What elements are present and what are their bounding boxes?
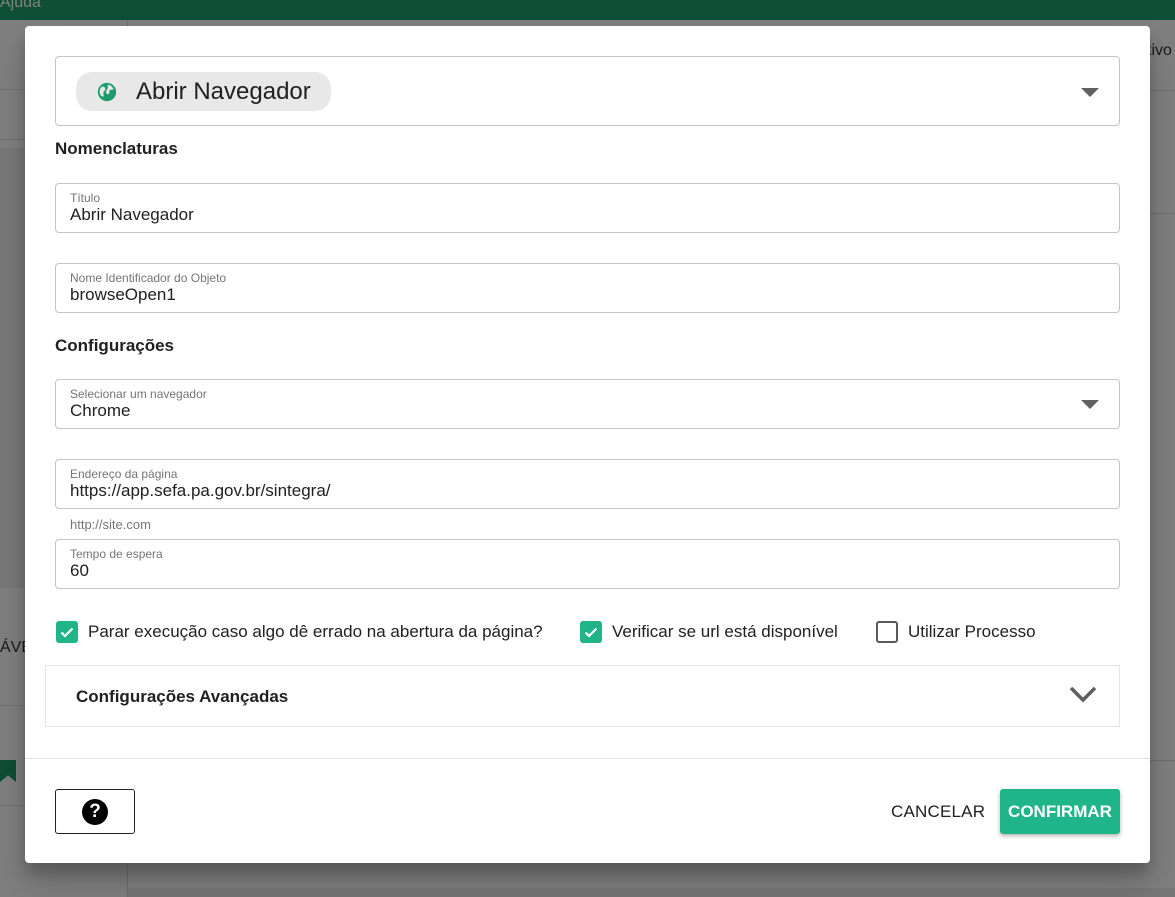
tempo-espera-label: Tempo de espera (70, 547, 163, 561)
confirm-button[interactable]: CONFIRMAR (1000, 789, 1120, 834)
cancel-button[interactable]: CANCELAR (881, 796, 995, 828)
endereco-value[interactable]: https://app.sefa.pa.gov.br/sintegra/ (70, 481, 331, 501)
checkbox-parar-execucao[interactable]: Parar execução caso algo dê errado na ab… (56, 620, 543, 644)
checkbox-checked-icon[interactable] (580, 621, 602, 643)
action-config-dialog: Abrir Navegador Nomenclaturas Título Abr… (25, 26, 1150, 863)
advanced-settings-accordion[interactable]: Configurações Avançadas (45, 665, 1120, 727)
footer-divider (25, 758, 1150, 759)
checkbox-utilizar-processo[interactable]: Utilizar Processo (876, 620, 1036, 644)
nome-identificador-label: Nome Identificador do Objeto (70, 271, 227, 285)
globe-icon (97, 82, 117, 102)
tempo-espera-value[interactable]: 60 (70, 561, 89, 581)
navegador-label: Selecionar um navegador (70, 387, 207, 401)
titulo-field[interactable]: Título Abrir Navegador (55, 183, 1120, 233)
tempo-espera-field[interactable]: Tempo de espera 60 (55, 539, 1120, 589)
checkbox-unchecked-icon[interactable] (876, 621, 898, 643)
checkbox-checked-icon[interactable] (56, 621, 78, 643)
navegador-select[interactable]: Selecionar um navegador Chrome (55, 379, 1120, 429)
advanced-settings-title[interactable]: Configurações Avançadas (76, 687, 288, 707)
checkbox-label[interactable]: Utilizar Processo (908, 622, 1036, 642)
help-icon: ? (82, 798, 108, 825)
nome-identificador-value[interactable]: browseOpen1 (70, 285, 176, 305)
action-chip: Abrir Navegador (76, 72, 331, 111)
nome-identificador-field[interactable]: Nome Identificador do Objeto browseOpen1 (55, 263, 1120, 313)
endereco-field[interactable]: Endereço da página https://app.sefa.pa.g… (55, 459, 1120, 509)
checkbox-label[interactable]: Parar execução caso algo dê errado na ab… (88, 622, 543, 642)
checkbox-verificar-url[interactable]: Verificar se url está disponível (580, 620, 838, 644)
titulo-label: Título (70, 191, 101, 205)
chevron-down-icon[interactable] (1068, 684, 1098, 704)
action-label: Abrir Navegador (136, 77, 311, 105)
navegador-value[interactable]: Chrome (70, 401, 130, 421)
section-title-nomenclaturas: Nomenclaturas (55, 139, 178, 158)
section-title-configuracoes: Configurações (55, 336, 175, 355)
endereco-helper-text: http://site.com (70, 517, 151, 532)
titulo-value[interactable]: Abrir Navegador (70, 205, 194, 225)
endereco-label: Endereço da página (70, 467, 178, 481)
action-type-select[interactable]: Abrir Navegador (55, 56, 1120, 126)
chevron-down-icon[interactable] (1081, 88, 1099, 97)
chevron-down-icon[interactable] (1081, 400, 1099, 409)
help-button[interactable]: ? (55, 789, 135, 834)
checkbox-label[interactable]: Verificar se url está disponível (612, 622, 838, 642)
